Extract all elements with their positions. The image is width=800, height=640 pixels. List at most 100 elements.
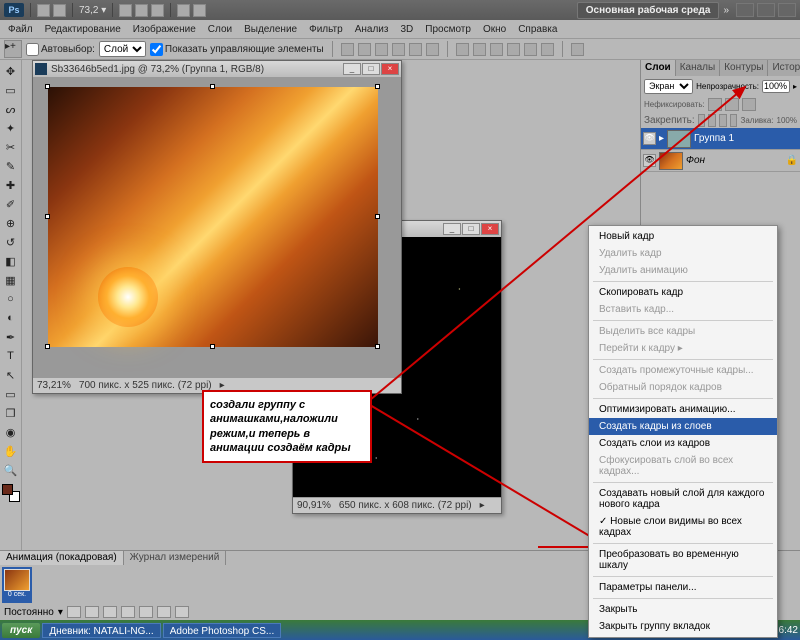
menu-3d[interactable]: 3D [394,24,419,35]
zoom-icon[interactable] [135,4,148,17]
transform-handle[interactable] [375,84,380,89]
delete-frame-icon[interactable] [175,606,189,618]
new-frame-icon[interactable] [157,606,171,618]
transform-handle[interactable] [210,344,215,349]
layer-name[interactable]: Группа 1 [694,133,734,144]
3d-camera-tool[interactable]: ◉ [2,423,20,441]
brush-tool[interactable]: ✐ [2,195,20,213]
doc1-zoom[interactable]: 73,21% [37,380,71,391]
minimize-icon[interactable]: _ [443,223,461,235]
maximize-icon[interactable]: □ [462,223,480,235]
arrange-icon[interactable] [177,4,190,17]
menu-image[interactable]: Изображение [127,24,202,35]
tab-channels[interactable]: Каналы [676,60,721,76]
pen-tool[interactable]: ✒ [2,328,20,346]
menu-item[interactable]: ✓ Новые слои видимы во всех кадрах [589,513,777,541]
blur-tool[interactable]: ○ [2,290,20,308]
taskbar-item[interactable]: Adobe Photoshop CS... [163,623,282,638]
stamp-tool[interactable]: ⊕ [2,214,20,232]
lock-btn[interactable] [708,98,722,111]
opacity-input[interactable] [762,80,790,93]
menu-file[interactable]: Файл [2,24,39,35]
frame-delay[interactable]: 0 сек. [4,591,30,601]
align-icon[interactable] [426,43,439,56]
lasso-tool[interactable]: ᔕ [2,100,20,118]
gradient-tool[interactable]: ▦ [2,271,20,289]
shape-tool[interactable]: ▭ [2,385,20,403]
animation-context-menu[interactable]: Новый кадрУдалить кадрУдалить анимациюСк… [588,225,778,638]
menu-item[interactable]: Новый кадр [589,228,777,245]
blend-mode-dropdown[interactable]: Экран [644,79,693,94]
tween-icon[interactable] [139,606,153,618]
menu-item[interactable]: Скопировать кадр [589,284,777,301]
heal-tool[interactable]: ✚ [2,176,20,194]
doc1-canvas[interactable] [33,77,401,377]
distribute-icon[interactable] [473,43,486,56]
tab-history[interactable]: История [768,60,800,76]
transform-handle[interactable] [210,84,215,89]
frame-1[interactable]: 0 сек. [2,567,32,603]
close-icon[interactable] [778,3,796,17]
document-window-1[interactable]: Sb33646b5ed1.jpg @ 73,2% (Группа 1, RGB/… [32,60,402,394]
menu-edit[interactable]: Редактирование [39,24,127,35]
distribute-icon[interactable] [456,43,469,56]
history-brush-tool[interactable]: ↺ [2,233,20,251]
menu-window[interactable]: Окно [477,24,512,35]
first-frame-icon[interactable] [67,606,81,618]
fg-color-swatch[interactable] [2,484,13,495]
menu-item[interactable]: Закрыть [589,601,777,618]
autoselect-dropdown[interactable]: Слой [99,41,146,57]
next-frame-icon[interactable] [121,606,135,618]
layer-group[interactable]: 👁 ▸ Группа 1 [641,128,800,150]
taskbar-item[interactable]: Дневник: NATALI-NG... [42,623,160,638]
menu-select[interactable]: Выделение [238,24,303,35]
screen-mode-icon[interactable] [193,4,206,17]
menu-layers[interactable]: Слои [202,24,238,35]
close-icon[interactable]: × [481,223,499,235]
doc2-zoom[interactable]: 90,91% [297,500,331,511]
wand-tool[interactable]: ✦ [2,119,20,137]
loop-dropdown[interactable]: Постоянно [4,607,54,618]
transform-handle[interactable] [375,344,380,349]
bridge-icon[interactable] [37,4,50,17]
start-button[interactable]: пуск [2,623,40,638]
lock-btn[interactable] [725,98,739,111]
menu-item[interactable]: Параметры панели... [589,579,777,596]
marquee-tool[interactable]: ▭ [2,81,20,99]
crop-tool[interactable]: ✂ [2,138,20,156]
minimize-icon[interactable] [736,3,754,17]
lock-btn[interactable] [742,98,756,111]
tab-animation[interactable]: Анимация (покадровая) [0,551,124,565]
distribute-icon[interactable] [490,43,503,56]
autoselect-checkbox[interactable]: Автовыбор: [26,43,95,56]
move-tool[interactable]: ✥ [2,62,20,80]
rotate-icon[interactable] [151,4,164,17]
zoom-value[interactable]: 73,2 [79,5,98,16]
distribute-icon[interactable] [541,43,554,56]
transform-handle[interactable] [45,84,50,89]
menu-view[interactable]: Просмотр [419,24,477,35]
maximize-icon[interactable] [757,3,775,17]
distribute-icon[interactable] [524,43,537,56]
menu-item[interactable]: Закрыть группу вкладок [589,618,777,635]
tab-measurement[interactable]: Журнал измерений [124,551,227,565]
align-icon[interactable] [341,43,354,56]
menu-analysis[interactable]: Анализ [349,24,395,35]
zoom-tool[interactable]: 🔍 [2,461,20,479]
fill-value[interactable]: 100% [777,116,797,125]
menu-filter[interactable]: Фильтр [303,24,349,35]
show-controls-checkbox[interactable]: Показать управляющие элементы [150,43,324,56]
transform-handle[interactable] [375,214,380,219]
minimize-icon[interactable]: _ [343,63,361,75]
visibility-icon[interactable]: 👁 [643,154,656,167]
layer-background[interactable]: 👁 Фон 🔒 [641,150,800,172]
prev-frame-icon[interactable] [85,606,99,618]
type-tool[interactable]: T [2,347,20,365]
transform-handle[interactable] [45,344,50,349]
menu-item[interactable]: Создать слои из кадров [589,435,777,452]
menu-help[interactable]: Справка [512,24,563,35]
tab-layers[interactable]: Слои [641,60,676,76]
align-icon[interactable] [358,43,371,56]
close-icon[interactable]: × [381,63,399,75]
more-icon[interactable] [571,43,584,56]
